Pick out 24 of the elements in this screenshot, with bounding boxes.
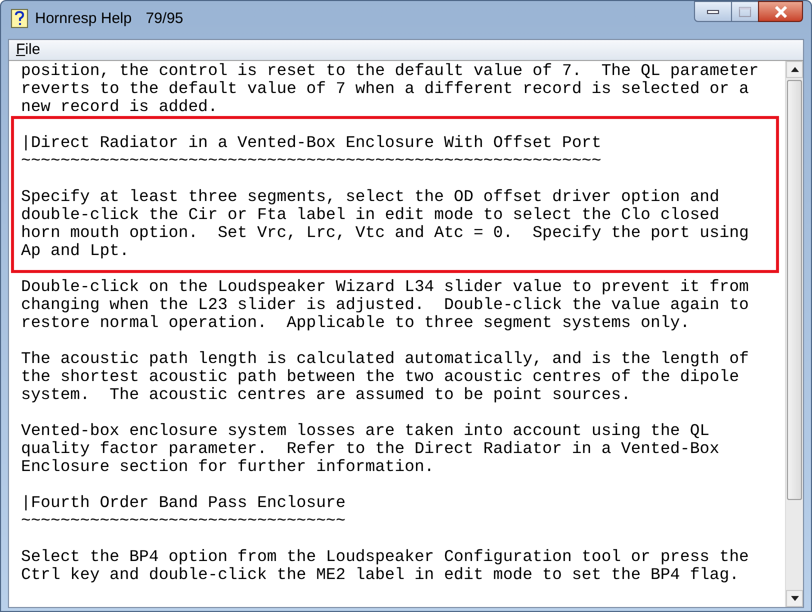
help-icon <box>11 9 28 28</box>
help-paragraph: Select the BP4 option from the Loudspeaker Configuration tool or press the Ctrl key and double-click the ME2 label in edit mode to set the BP4 flag. <box>21 548 750 584</box>
close-button[interactable] <box>758 1 803 22</box>
scroll-up-button[interactable] <box>786 61 803 78</box>
maximize-icon <box>739 6 751 16</box>
scrollbar[interactable] <box>785 61 803 607</box>
help-paragraph: position, the control is reset to the default value of 7. The QL parameter reverts to the default value of 7 when a different record is selected or a new record is added. <box>21 62 760 116</box>
help-paragraph: Double-click on the Loudspeaker Wizard L34 slider value to prevent it from changing when the L23 slider is adjusted. Double-click the value again to restore normal operation. Applicable to three segment systems only. <box>21 278 750 332</box>
up-arrow-icon <box>790 67 798 72</box>
down-arrow-icon <box>790 596 798 601</box>
help-paragraph: Vented-box enclosure system losses are taken into account using the QL quality factor parameter. Refer to the Direct Radiator in a Vented-Box Enclosure section for further information. <box>21 422 720 476</box>
scroll-thumb[interactable] <box>787 80 802 500</box>
help-paragraph: The acoustic path length is calculated automatically, and is the length of the shortest acoustic path between the two acoustic centres of the dipole system. The acoustic centres are assumed to be point sources. <box>21 350 750 404</box>
minimize-icon <box>707 10 719 14</box>
maximize-button[interactable] <box>732 1 758 22</box>
page-counter: 79/95 <box>146 9 184 29</box>
menu-item[interactable]: File <box>16 38 40 62</box>
help-paragraph: |Fourth Order Band Pass Enclosure ~~~~~~~~~~~~~~~~~~~~~~~~~~~~~~~~~ <box>21 494 347 530</box>
help-paragraph: |Direct Radiator in a Vented-Box Enclosure With Offset Port ~~~~~~~~~~~~~~~~~~~~~~~~~~~~~~~~~~~~~~~~~~~~~~~~~~~~~~~~~~~ <box>21 134 602 170</box>
minimize-button[interactable] <box>694 1 732 22</box>
window-title: Hornresp Help <box>35 9 132 29</box>
scroll-down-button[interactable] <box>786 590 803 607</box>
close-icon <box>774 6 788 18</box>
help-paragraph: Specify at least three segments, select the OD offset driver option and double-click the Cir or Fta label in edit mode to select the Clo closed horn mouth option. Set Vrc, Lrc, Vtc and Atc = 0. Specify the port using Ap and Lpt. <box>21 188 750 260</box>
